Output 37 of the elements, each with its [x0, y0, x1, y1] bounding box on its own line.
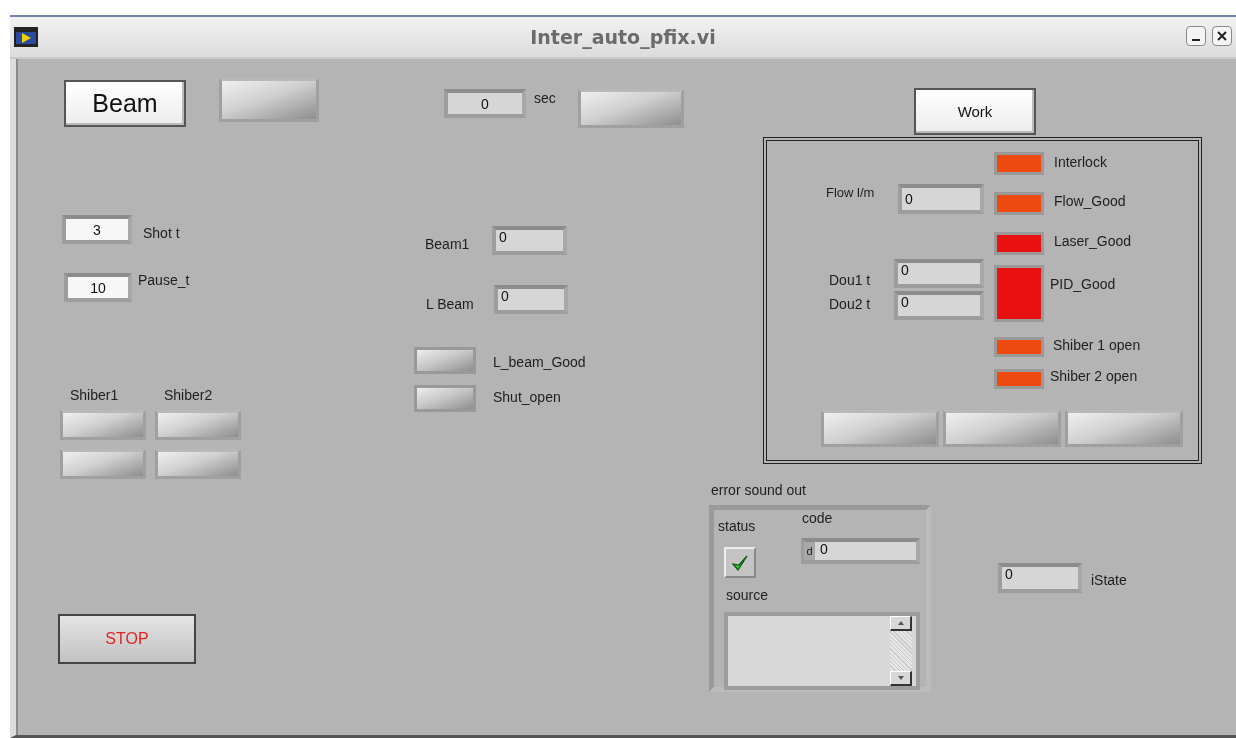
- unit-label: sec: [534, 90, 556, 106]
- numeric-field[interactable]: 0: [998, 563, 1082, 593]
- field-label: source: [726, 587, 769, 603]
- radix-marker: d: [804, 542, 815, 560]
- numeric-field[interactable]: 0: [444, 89, 526, 118]
- numeric-field[interactable]: 0: [494, 285, 568, 314]
- field-value: 0: [820, 542, 828, 556]
- cluster-label: error sound out: [711, 482, 806, 498]
- field-label: Flow l/m: [826, 185, 875, 200]
- numeric-field[interactable]: 0: [492, 226, 567, 255]
- field-label: code: [802, 510, 833, 526]
- indicator-label: Interlock: [1054, 154, 1107, 170]
- work-button[interactable]: Work: [914, 88, 1036, 135]
- field-label: Dou1 t: [829, 272, 871, 288]
- field-label: Pause_t: [138, 272, 190, 288]
- numeric-field[interactable]: 3: [62, 215, 132, 244]
- field-label: Dou2 t: [829, 296, 871, 312]
- beam-button[interactable]: Beam: [64, 80, 186, 127]
- field-label: L Beam: [426, 296, 474, 312]
- column-label: Shiber1: [70, 387, 119, 403]
- indicator-label: L_beam_Good: [493, 354, 586, 370]
- numeric-field[interactable]: 0: [898, 184, 984, 214]
- field-label: status: [718, 518, 756, 534]
- field-label: Beam1: [425, 236, 470, 252]
- indicator-label: Flow_Good: [1054, 193, 1126, 209]
- field-label: iState: [1091, 572, 1127, 588]
- numeric-field[interactable]: 10: [64, 273, 132, 302]
- column-label: Shiber2: [164, 387, 213, 403]
- field-label: Shot t: [143, 225, 180, 241]
- numeric-field[interactable]: 0: [894, 259, 984, 288]
- window-title: Inter_auto_pfix.vi: [530, 26, 716, 48]
- indicator-label: Shut_open: [493, 389, 561, 405]
- indicator-label: Shiber 2 open: [1050, 368, 1138, 384]
- indicator-label: PID_Good: [1050, 276, 1116, 292]
- numeric-field[interactable]: 0: [894, 291, 984, 320]
- indicator-label: Shiber 1 open: [1053, 337, 1141, 353]
- indicator-label: Laser_Good: [1054, 233, 1132, 249]
